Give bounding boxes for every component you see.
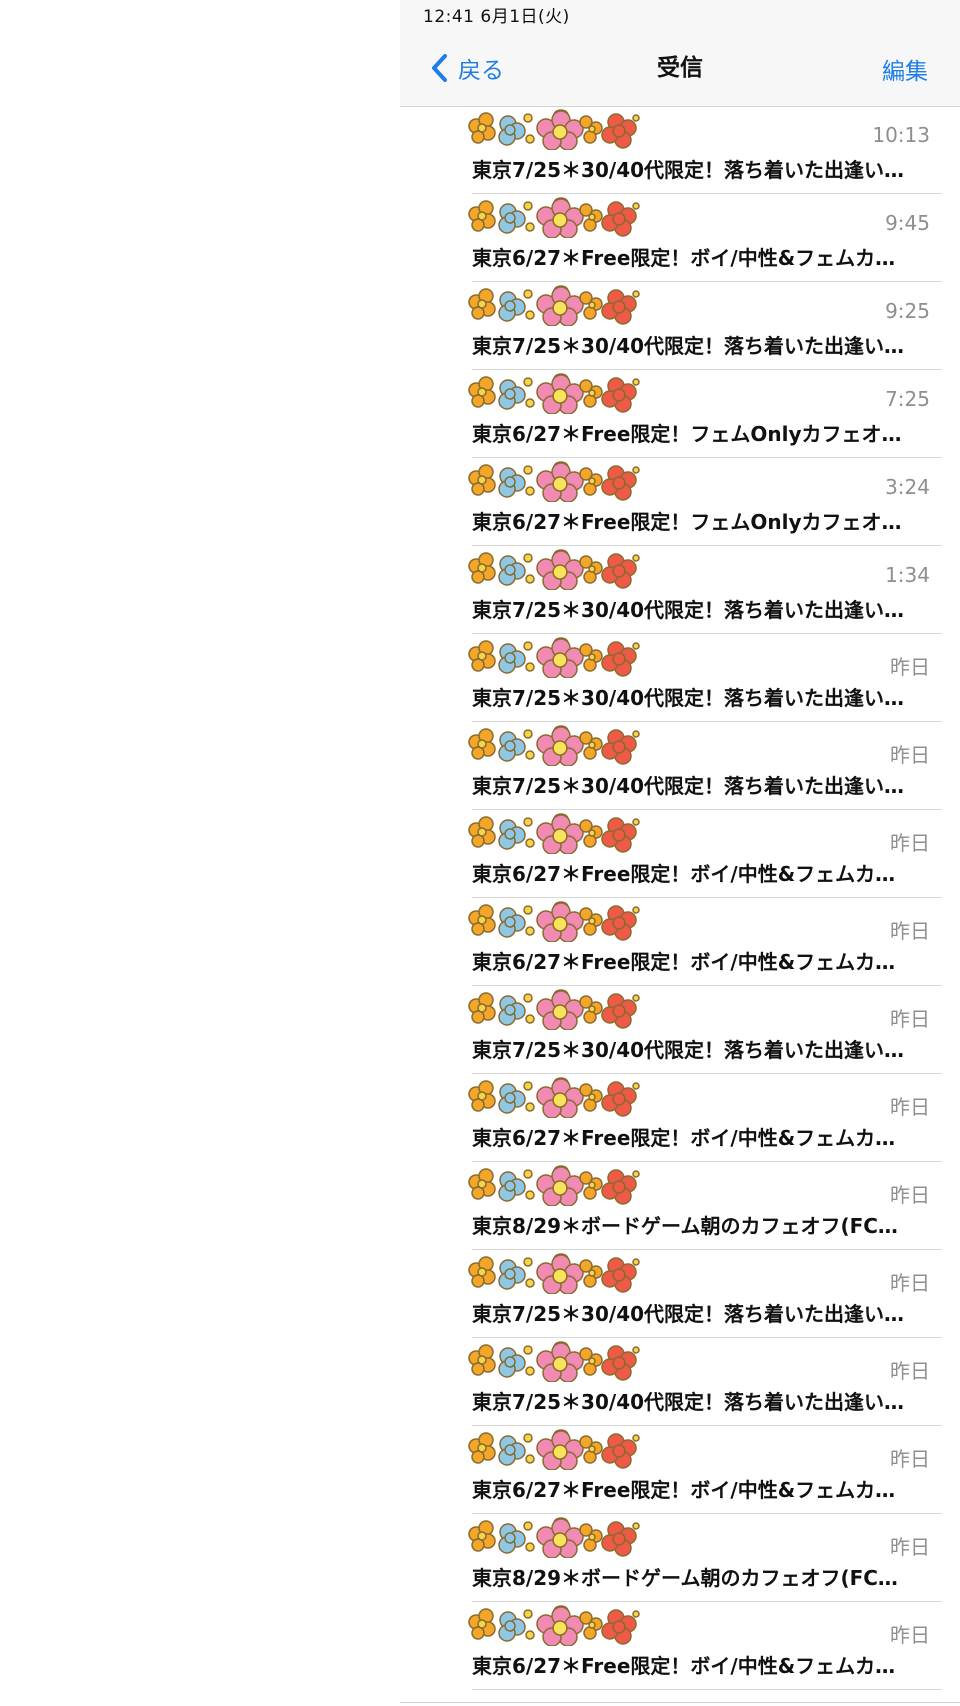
mail-app-screen: 12:41 6月1日(火) 戻る 受信 編集 10:13 東京7/25＊30/4…: [400, 0, 960, 1706]
message-subject: 東京8/29＊ボードゲーム朝のカフェオフ(FC…: [472, 1214, 898, 1238]
flower-row-icon: [468, 1517, 640, 1558]
back-button[interactable]: 戻る: [430, 48, 504, 88]
flower-row-icon: [468, 1253, 640, 1294]
flower-row-icon: [468, 1341, 640, 1382]
message-row[interactable]: 10:13 東京7/25＊30/40代限定！落ち着いた出逢い…: [400, 106, 960, 194]
flower-row-icon: [468, 197, 640, 238]
message-row[interactable]: 1:34 東京7/25＊30/40代限定！落ち着いた出逢い…: [400, 546, 960, 634]
message-time: 9:45: [885, 211, 930, 235]
message-row[interactable]: 昨日 東京6/27＊Free限定！ボイ/中性&フェムカ…: [400, 810, 960, 898]
message-time: 昨日: [890, 1183, 930, 1207]
message-time: 昨日: [890, 1359, 930, 1383]
flower-row-icon: [468, 1165, 640, 1206]
message-row[interactable]: 昨日 東京7/25＊30/40代限定！落ち着いた出逢い…: [400, 1250, 960, 1338]
message-row[interactable]: 昨日 東京7/25＊30/40代限定！落ち着いた出逢い…: [400, 634, 960, 722]
message-time: 昨日: [890, 743, 930, 767]
flower-row-icon: [468, 285, 640, 326]
message-time: 昨日: [890, 1447, 930, 1471]
message-row[interactable]: 3:24 東京6/27＊Free限定！フェムOnlyカフェオ…: [400, 458, 960, 546]
message-subject: 東京6/27＊Free限定！フェムOnlyカフェオ…: [472, 422, 902, 446]
flower-row-icon: [468, 901, 640, 942]
message-subject: 東京7/25＊30/40代限定！落ち着いた出逢い…: [472, 1302, 905, 1326]
message-row[interactable]: 9:25 東京7/25＊30/40代限定！落ち着いた出逢い…: [400, 282, 960, 370]
message-row[interactable]: 昨日 東京8/29＊ボードゲーム朝のカフェオフ(FC…: [400, 1162, 960, 1250]
message-subject: 東京7/25＊30/40代限定！落ち着いた出逢い…: [472, 1038, 905, 1062]
chevron-left-icon: [432, 54, 447, 82]
message-subject: 東京7/25＊30/40代限定！落ち着いた出逢い…: [472, 686, 905, 710]
flower-row-icon: [468, 1429, 640, 1470]
message-list: 10:13 東京7/25＊30/40代限定！落ち着いた出逢い… 9:45 東京6…: [400, 106, 960, 1690]
message-row[interactable]: 7:25 東京6/27＊Free限定！フェムOnlyカフェオ…: [400, 370, 960, 458]
message-time: 1:34: [885, 563, 930, 587]
message-time: 昨日: [890, 1007, 930, 1031]
message-time: 昨日: [890, 1271, 930, 1295]
message-time: 9:25: [885, 299, 930, 323]
message-subject: 東京6/27＊Free限定！ボイ/中性&フェムカ…: [472, 862, 896, 886]
edit-button[interactable]: 編集: [882, 52, 928, 86]
message-row[interactable]: 昨日 東京7/25＊30/40代限定！落ち着いた出逢い…: [400, 1338, 960, 1426]
status-time-date: 12:41 6月1日(火): [423, 7, 570, 27]
flower-row-icon: [468, 637, 640, 678]
message-subject: 東京7/25＊30/40代限定！落ち着いた出逢い…: [472, 158, 905, 182]
list-bottom-divider: [400, 1702, 960, 1703]
message-time: 昨日: [890, 1095, 930, 1119]
message-subject: 東京6/27＊Free限定！ボイ/中性&フェムカ…: [472, 950, 896, 974]
navigation-bar: 戻る 受信 編集: [400, 26, 960, 107]
message-subject: 東京6/27＊Free限定！ボイ/中性&フェムカ…: [472, 1654, 896, 1678]
message-time: 10:13: [872, 123, 930, 147]
message-row[interactable]: 昨日 東京6/27＊Free限定！ボイ/中性&フェムカ…: [400, 1602, 960, 1690]
message-time: 7:25: [885, 387, 930, 411]
flower-row-icon: [468, 813, 640, 854]
message-subject: 東京7/25＊30/40代限定！落ち着いた出逢い…: [472, 1390, 905, 1414]
message-time: 昨日: [890, 655, 930, 679]
flower-row-icon: [468, 725, 640, 766]
message-subject: 東京8/29＊ボードゲーム朝のカフェオフ(FC…: [472, 1566, 898, 1590]
flower-row-icon: [468, 549, 640, 590]
flower-row-icon: [468, 1605, 640, 1646]
message-row[interactable]: 昨日 東京6/27＊Free限定！ボイ/中性&フェムカ…: [400, 1074, 960, 1162]
flower-row-icon: [468, 989, 640, 1030]
message-row[interactable]: 昨日 東京7/25＊30/40代限定！落ち着いた出逢い…: [400, 722, 960, 810]
message-subject: 東京7/25＊30/40代限定！落ち着いた出逢い…: [472, 334, 905, 358]
message-time: 昨日: [890, 831, 930, 855]
status-bar: 12:41 6月1日(火): [400, 0, 960, 27]
flower-row-icon: [468, 461, 640, 502]
row-divider: [472, 1689, 942, 1690]
message-subject: 東京7/25＊30/40代限定！落ち着いた出逢い…: [472, 598, 905, 622]
flower-row-icon: [468, 1077, 640, 1118]
message-row[interactable]: 昨日 東京7/25＊30/40代限定！落ち着いた出逢い…: [400, 986, 960, 1074]
message-time: 昨日: [890, 919, 930, 943]
message-subject: 東京7/25＊30/40代限定！落ち着いた出逢い…: [472, 774, 905, 798]
flower-row-icon: [468, 109, 640, 150]
message-time: 昨日: [890, 1623, 930, 1647]
message-row[interactable]: 昨日 東京6/27＊Free限定！ボイ/中性&フェムカ…: [400, 1426, 960, 1514]
message-subject: 東京6/27＊Free限定！ボイ/中性&フェムカ…: [472, 1126, 896, 1150]
message-subject: 東京6/27＊Free限定！ボイ/中性&フェムカ…: [472, 246, 896, 270]
message-time: 昨日: [890, 1535, 930, 1559]
message-subject: 東京6/27＊Free限定！ボイ/中性&フェムカ…: [472, 1478, 896, 1502]
message-row[interactable]: 昨日 東京6/27＊Free限定！ボイ/中性&フェムカ…: [400, 898, 960, 986]
message-row[interactable]: 9:45 東京6/27＊Free限定！ボイ/中性&フェムカ…: [400, 194, 960, 282]
message-row[interactable]: 昨日 東京8/29＊ボードゲーム朝のカフェオフ(FC…: [400, 1514, 960, 1602]
back-label: 戻る: [458, 58, 504, 84]
message-subject: 東京6/27＊Free限定！フェムOnlyカフェオ…: [472, 510, 902, 534]
message-time: 3:24: [885, 475, 930, 499]
flower-row-icon: [468, 373, 640, 414]
